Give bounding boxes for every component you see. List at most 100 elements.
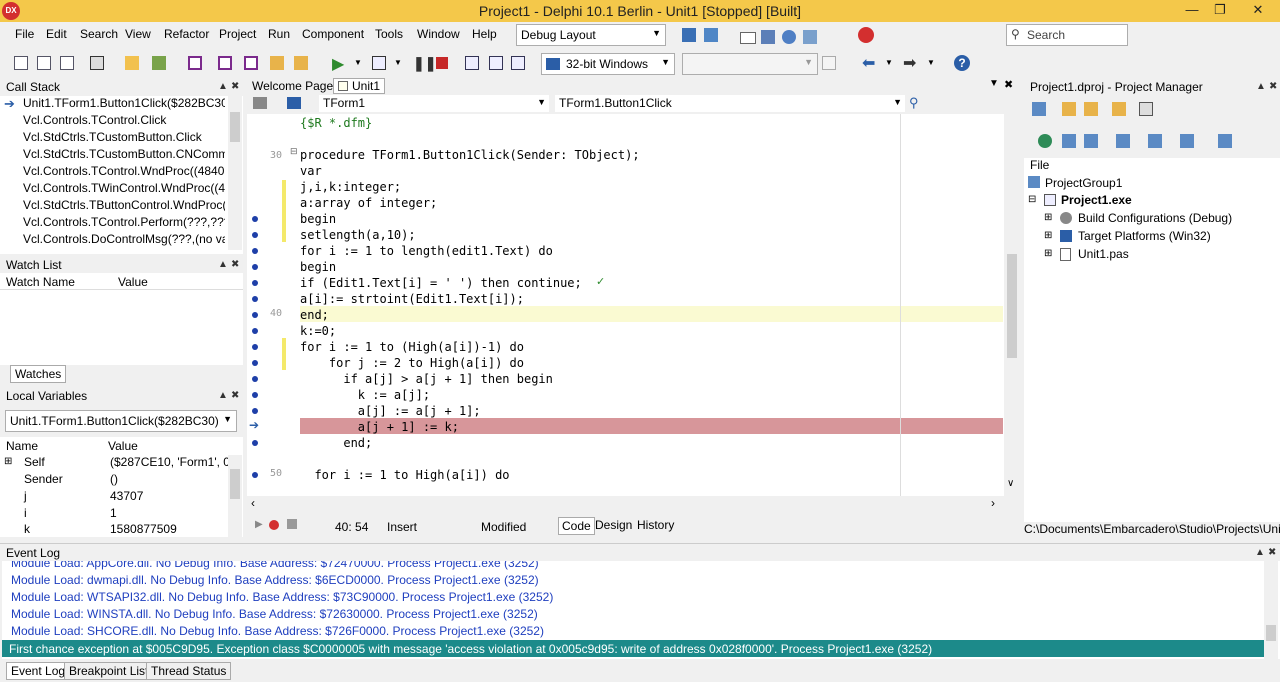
scroll-left-icon[interactable]: ‹ <box>251 496 255 510</box>
pin-icon[interactable]: ▲ <box>1255 544 1265 562</box>
code-line[interactable]: a[j] := a[j + 1]; <box>300 404 481 418</box>
log-line-selected[interactable]: First chance exception at $005C9D95. Exc… <box>2 640 1264 657</box>
event-log-scrollbar[interactable] <box>1264 561 1278 659</box>
menu-component[interactable]: Component <box>302 27 364 41</box>
log-line[interactable]: Module Load: SHCORE.dll. No Debug Info. … <box>11 624 544 638</box>
breakpoint-dot[interactable] <box>252 376 258 382</box>
copy-icon[interactable] <box>37 56 51 70</box>
help-bubble-icon[interactable] <box>782 30 796 44</box>
breakpoint-dot[interactable] <box>252 440 258 446</box>
class-icon[interactable] <box>287 97 301 109</box>
close-pane-icon[interactable]: ✖ <box>231 78 239 96</box>
record-macro-icon[interactable] <box>269 520 279 530</box>
device-select[interactable]: ▼ <box>682 53 818 75</box>
back-arrow-icon[interactable]: ⬅ <box>862 53 875 73</box>
sync-icon[interactable] <box>1218 134 1232 148</box>
breakpoint-dot[interactable] <box>252 280 258 286</box>
run-dropdown-icon[interactable]: ▼ <box>354 58 362 67</box>
breakpoint-dot[interactable] <box>252 296 258 302</box>
platform-select[interactable]: 32-bit Windows ▼ <box>541 53 675 75</box>
breakpoint-dot[interactable] <box>252 248 258 254</box>
pin-icon[interactable]: ▲ <box>218 78 228 96</box>
code-line[interactable]: for j := 2 to High(a[i]) do <box>300 356 524 370</box>
open-project-icon[interactable] <box>152 56 166 70</box>
tab-dropdown-icon[interactable]: ▼ <box>989 78 999 89</box>
add-file-icon[interactable] <box>294 56 308 70</box>
log-line[interactable]: Module Load: WTSAPI32.dll. No Debug Info… <box>11 590 553 604</box>
menu-tools[interactable]: Tools <box>375 27 403 41</box>
stop-icon[interactable] <box>436 57 448 69</box>
call-stack-item[interactable]: Vcl.StdCtrls.TCustomButton.CNComma <box>23 147 225 161</box>
code-line[interactable]: procedure TForm1.Button1Click(Sender: TO… <box>300 148 640 162</box>
save-icon[interactable] <box>188 56 202 70</box>
tab-history[interactable]: History <box>637 518 674 532</box>
breakpoint-dot[interactable] <box>252 408 258 414</box>
view-icon[interactable] <box>1139 102 1153 116</box>
stop-macro-icon[interactable] <box>287 519 297 529</box>
menu-file[interactable]: File <box>15 27 34 41</box>
tab-breakpoint-list[interactable]: Breakpoint List <box>64 662 154 680</box>
code-line[interactable]: var <box>300 164 322 178</box>
close-button[interactable]: ✕ <box>1236 0 1280 22</box>
menu-search[interactable]: Search <box>80 27 118 41</box>
close-pane-icon[interactable]: ✖ <box>1268 544 1276 562</box>
menu-window[interactable]: Window <box>417 27 460 41</box>
code-line[interactable]: k:=0; <box>300 324 336 338</box>
code-line[interactable]: for i := 1 to (High(a[i])-1) do <box>300 340 524 354</box>
pause-icon[interactable]: ❚❚ <box>413 55 436 72</box>
run-without-debug-dropdown-icon[interactable]: ▼ <box>394 58 402 67</box>
code-line[interactable]: for i := 1 to High(a[i]) do <box>300 468 509 482</box>
code-line[interactable]: a[i]:= strtoint(Edit1.Text[i]); <box>300 292 524 306</box>
scroll-thumb[interactable] <box>230 112 240 142</box>
menu-edit[interactable]: Edit <box>46 27 67 41</box>
close-pane-icon[interactable]: ✖ <box>231 256 239 274</box>
maximize-button[interactable]: ❐ <box>1206 0 1234 22</box>
close-tab-icon[interactable]: ✖ <box>1004 78 1013 91</box>
expand-icon[interactable]: ⊞ <box>1044 212 1052 223</box>
layout-select[interactable]: Debug Layout ▼ <box>516 24 666 46</box>
menu-help[interactable]: Help <box>472 27 497 41</box>
col-value[interactable]: Value <box>108 439 138 453</box>
run-until-return-icon[interactable] <box>511 56 525 70</box>
col-value[interactable]: Value <box>118 275 148 289</box>
arrow-window-icon[interactable] <box>803 30 817 44</box>
tree-project-group[interactable]: ProjectGroup1 <box>1045 176 1122 190</box>
scroll-right-icon[interactable]: › <box>991 496 995 510</box>
tree-target-platforms[interactable]: Target Platforms (Win32) <box>1078 229 1211 243</box>
code-line[interactable]: for i := 1 to length(edit1.Text) do <box>300 244 553 258</box>
new-item-icon[interactable] <box>125 56 139 70</box>
build-icon[interactable] <box>1148 134 1162 148</box>
window-icon[interactable] <box>682 28 696 42</box>
play-macro-icon[interactable]: ▶ <box>255 519 263 530</box>
menu-run[interactable]: Run <box>268 27 290 41</box>
call-stack-item[interactable]: Vcl.Controls.TControl.Perform(???,???,78 <box>23 215 225 229</box>
log-line[interactable]: Module Load: dwmapi.dll. No Debug Info. … <box>11 573 539 587</box>
expand-icon[interactable]: ⊞ <box>4 456 12 467</box>
method-combo[interactable]: TForm1.Button1Click ▼ <box>555 95 905 112</box>
expand-icon[interactable]: ⊞ <box>1044 230 1052 241</box>
scroll-down-icon[interactable]: ∨ <box>1007 478 1014 489</box>
breakpoint-dot[interactable] <box>252 472 258 478</box>
breakpoint-dot[interactable] <box>252 328 258 334</box>
save-all-icon[interactable] <box>218 56 232 70</box>
tab-welcome-page[interactable]: Welcome Page <box>252 79 333 93</box>
code-line[interactable]: begin <box>300 212 336 226</box>
locals-scrollbar[interactable] <box>228 455 242 537</box>
envelope-icon[interactable] <box>740 32 756 44</box>
trace-into-icon[interactable] <box>489 56 503 70</box>
open-window-icon[interactable] <box>90 56 104 70</box>
forward-dropdown-icon[interactable]: ▼ <box>927 58 935 67</box>
run-icon[interactable]: ▶ <box>332 54 344 74</box>
tab-design[interactable]: Design <box>595 518 632 532</box>
breakpoint-dot[interactable] <box>252 360 258 366</box>
scroll-thumb[interactable] <box>230 469 240 499</box>
close-pane-icon[interactable]: ✖ <box>1269 78 1277 96</box>
breakpoint-dot[interactable] <box>252 264 258 270</box>
call-stack-item[interactable]: Vcl.Controls.TControl.WndProc((48401, ' <box>23 164 225 178</box>
minimize-button[interactable]: — <box>1178 0 1206 22</box>
tab-thread-status[interactable]: Thread Status <box>146 662 232 680</box>
add-new-icon[interactable] <box>1062 102 1076 116</box>
col-watch-name[interactable]: Watch Name <box>6 275 75 289</box>
menu-refactor[interactable]: Refactor <box>164 27 209 41</box>
tab-unit1[interactable]: Unit1 <box>333 78 385 94</box>
